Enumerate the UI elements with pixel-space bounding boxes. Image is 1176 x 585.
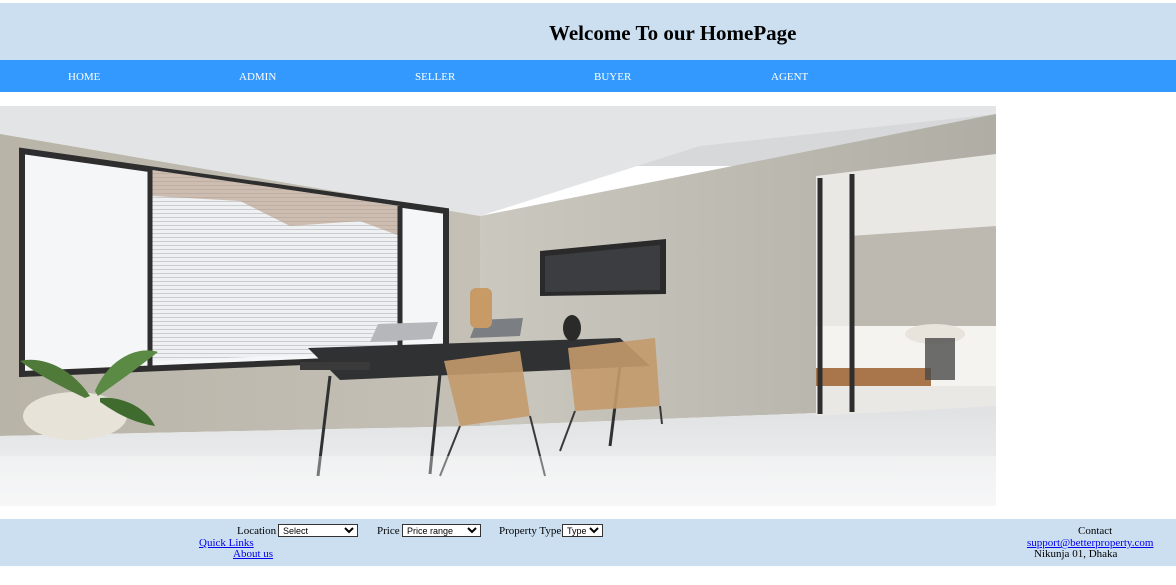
page-header: Welcome To our HomePage [0,3,1176,60]
nav-buyer[interactable]: BUYER [594,71,631,83]
hero-image [0,106,996,506]
contact-address: Nikunja 01, Dhaka [1034,548,1118,560]
location-label: Location [237,525,277,537]
main-nav: HOME ADMIN SELLER BUYER AGENT [0,60,1176,94]
property-type-label: Property Type [499,525,562,537]
about-us-link[interactable]: About us [233,548,273,560]
location-select[interactable]: Select [278,524,358,537]
nav-admin[interactable]: ADMIN [239,71,276,83]
property-type-select[interactable]: Type [562,524,603,537]
interior-room-illustration [0,106,996,506]
nav-seller[interactable]: SELLER [415,71,455,83]
nav-home[interactable]: HOME [68,71,100,83]
contact-label: Contact [1078,525,1113,537]
page-footer: Location Select Price Price range Proper… [0,519,1176,566]
price-label: Price [377,525,400,537]
page-title: Welcome To our HomePage [549,21,797,45]
nav-agent[interactable]: AGENT [771,71,808,83]
price-select[interactable]: Price range [402,524,481,537]
